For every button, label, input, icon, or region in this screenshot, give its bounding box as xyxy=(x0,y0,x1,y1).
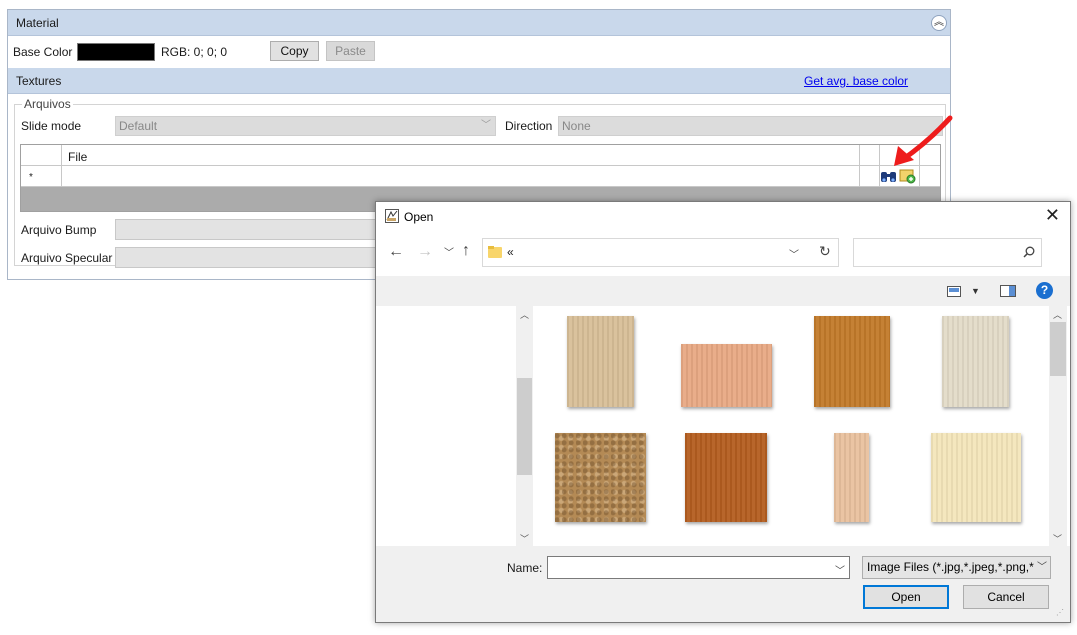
red-arrow-icon xyxy=(894,115,953,166)
preview-pane-icon[interactable] xyxy=(1000,285,1016,297)
copy-button[interactable]: Copy xyxy=(270,41,319,61)
dialog-footer: Name: ﹀ Image Files (*.jpg,*.jpeg,*.png,… xyxy=(376,546,1070,622)
files-scroll-down-icon[interactable]: ﹀ xyxy=(1053,532,1062,545)
texture-thumb-maple[interactable] xyxy=(931,433,1021,522)
file-list xyxy=(533,306,1049,546)
get-avg-base-color-link[interactable]: Get avg. base color xyxy=(804,74,908,88)
texture-thumb-cherry[interactable] xyxy=(685,433,767,522)
slide-mode-value: Default xyxy=(119,119,158,133)
bump-label: Arquivo Bump xyxy=(21,223,97,237)
files-scroll-up-icon[interactable]: ︿ xyxy=(1053,308,1062,321)
view-mode-icon[interactable] xyxy=(947,286,961,297)
refresh-icon[interactable]: ↻ xyxy=(819,243,831,260)
textures-section-title: Textures xyxy=(16,74,62,88)
direction-value: None xyxy=(562,119,591,133)
name-dropdown-icon[interactable]: ﹀ xyxy=(835,562,845,577)
scroll-up-icon[interactable]: ︿ xyxy=(520,308,529,321)
file-type-value: Image Files (*.jpg,*.jpeg,*.png,* xyxy=(867,560,1034,574)
view-toolbar: ▼ xyxy=(376,276,1070,306)
new-row-marker: * xyxy=(29,172,33,183)
help-icon[interactable]: ? xyxy=(1036,282,1053,299)
close-icon[interactable]: ✕ xyxy=(1045,205,1060,226)
texture-thumb-beech[interactable] xyxy=(834,433,869,522)
dialog-app-icon xyxy=(385,209,399,223)
material-section-title: Material xyxy=(16,16,59,30)
collapse-chevron-icon[interactable]: ︽ xyxy=(931,15,947,31)
slide-mode-label: Slide mode xyxy=(21,119,82,133)
base-color-swatch[interactable] xyxy=(77,43,155,61)
folder-icon xyxy=(488,245,502,259)
grid-header-file: File xyxy=(68,150,88,164)
specular-label: Arquivo Specular xyxy=(21,251,113,265)
navigation-pane xyxy=(376,306,533,546)
cancel-button[interactable]: Cancel xyxy=(963,585,1049,609)
search-box[interactable] xyxy=(853,238,1042,267)
open-dialog: Open ✕ ← → ﹀ ↑ « ﹀ ↻ ▼ ? ︿ ﹀ ︿ ﹀ Name: ﹀… xyxy=(375,201,1071,623)
address-path: « xyxy=(507,245,514,259)
material-header: Material ︽ xyxy=(8,10,950,36)
textures-header: Textures Get avg. base color xyxy=(8,68,950,94)
rgb-readout: RGB: 0; 0; 0 xyxy=(161,45,228,59)
slide-mode-select[interactable]: Default ﹀ xyxy=(115,116,496,136)
dialog-title: Open xyxy=(404,210,434,224)
texture-thumb-golden-oak[interactable] xyxy=(814,316,890,407)
arquivos-group-label: Arquivos xyxy=(22,97,73,111)
view-options-chevron-icon[interactable]: ▼ xyxy=(971,286,980,296)
paste-button[interactable]: Paste xyxy=(326,41,375,61)
address-dropdown-icon[interactable]: ﹀ xyxy=(789,246,799,261)
texture-thumb-white-ash[interactable] xyxy=(942,316,1009,407)
texture-thumb-cork[interactable] xyxy=(555,433,646,522)
grid-header-row xyxy=(21,145,940,166)
address-bar[interactable]: « ﹀ ↻ xyxy=(482,238,839,267)
resize-grip-icon[interactable]: ⋰ xyxy=(1056,608,1064,617)
file-name-input[interactable]: ﹀ xyxy=(547,556,850,579)
nav-scroll-thumb[interactable] xyxy=(517,378,532,475)
search-icon xyxy=(1023,246,1035,258)
texture-thumb-pear[interactable] xyxy=(681,344,772,407)
files-scroll-thumb[interactable] xyxy=(1050,322,1066,376)
chevron-down-icon: ﹀ xyxy=(481,120,491,131)
grid-divider xyxy=(61,145,62,187)
open-button[interactable]: Open xyxy=(863,585,949,609)
direction-select[interactable]: None xyxy=(558,116,943,136)
base-color-label: Base Color xyxy=(13,45,73,59)
file-type-chevron-icon: ﹀ xyxy=(1035,557,1047,578)
file-type-select[interactable]: Image Files (*.jpg,*.jpeg,*.png,* ﹀ xyxy=(862,556,1051,579)
scroll-down-icon[interactable]: ﹀ xyxy=(520,532,529,545)
forward-arrow-icon[interactable]: → xyxy=(417,243,433,261)
name-label: Name: xyxy=(507,561,543,575)
texture-thumb-light-oak[interactable] xyxy=(567,316,634,407)
up-arrow-icon[interactable]: ↑ xyxy=(462,242,470,260)
recent-chevron-icon[interactable]: ﹀ xyxy=(444,244,454,259)
direction-label: Direction xyxy=(505,119,553,133)
grid-divider xyxy=(859,145,860,187)
back-arrow-icon[interactable]: ← xyxy=(388,243,404,261)
